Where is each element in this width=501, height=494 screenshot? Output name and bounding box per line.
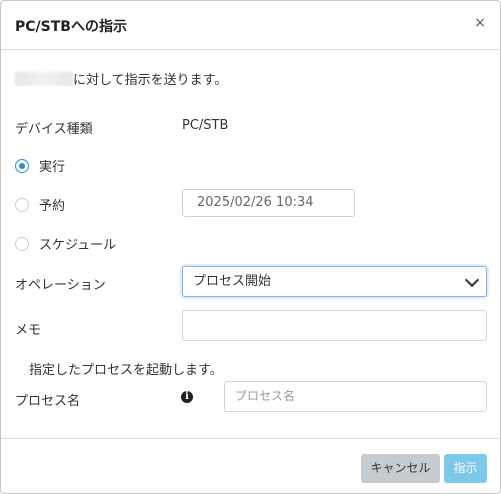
redacted-device-name	[15, 72, 73, 86]
radio-reserve-label: 予約	[39, 199, 66, 214]
operation-label: オペレーション	[15, 278, 106, 293]
cancel-button[interactable]: キャンセル	[361, 454, 440, 483]
radio-execute[interactable]: 実行	[15, 156, 65, 175]
intro-suffix: に対して指示を送ります。	[73, 73, 228, 88]
info-icon[interactable]: i	[181, 391, 193, 403]
process-name-label: プロセス名	[15, 394, 81, 409]
device-type-label: デバイス種類	[15, 122, 93, 137]
send-button[interactable]: 指示	[444, 454, 487, 483]
radio-execute-label: 実行	[39, 160, 66, 175]
dialog: PC/STBへの指示 × に対して指示を送ります。 デバイス種類 PC/STB …	[0, 0, 501, 494]
operation-description: 指定したプロセスを起動します。	[29, 363, 223, 378]
reservation-datetime-input[interactable]: 2025/02/26 10:34	[182, 189, 355, 217]
radio-schedule-label: スケジュール	[39, 238, 117, 253]
radio-schedule[interactable]: スケジュール	[15, 234, 116, 253]
radio-button-checked[interactable]	[15, 158, 29, 173]
radio-reserve[interactable]: 予約	[15, 195, 65, 214]
dialog-header: PC/STBへの指示 ×	[1, 1, 500, 50]
radio-button[interactable]	[15, 236, 29, 251]
radio-button[interactable]	[15, 197, 29, 212]
chevron-down-icon	[464, 272, 480, 288]
operation-selected-value: プロセス開始	[193, 274, 272, 289]
memo-input[interactable]	[182, 310, 487, 341]
close-icon[interactable]: ×	[474, 15, 486, 31]
device-type-value: PC/STB	[182, 118, 229, 133]
memo-label: メモ	[15, 323, 42, 338]
dialog-title: PC/STBへの指示	[15, 19, 127, 35]
intro-text: に対して指示を送ります。	[15, 69, 227, 88]
operation-select[interactable]: プロセス開始	[182, 266, 487, 297]
dialog-footer: キャンセル 指示	[1, 438, 500, 494]
process-name-input[interactable]: プロセス名	[224, 381, 487, 412]
